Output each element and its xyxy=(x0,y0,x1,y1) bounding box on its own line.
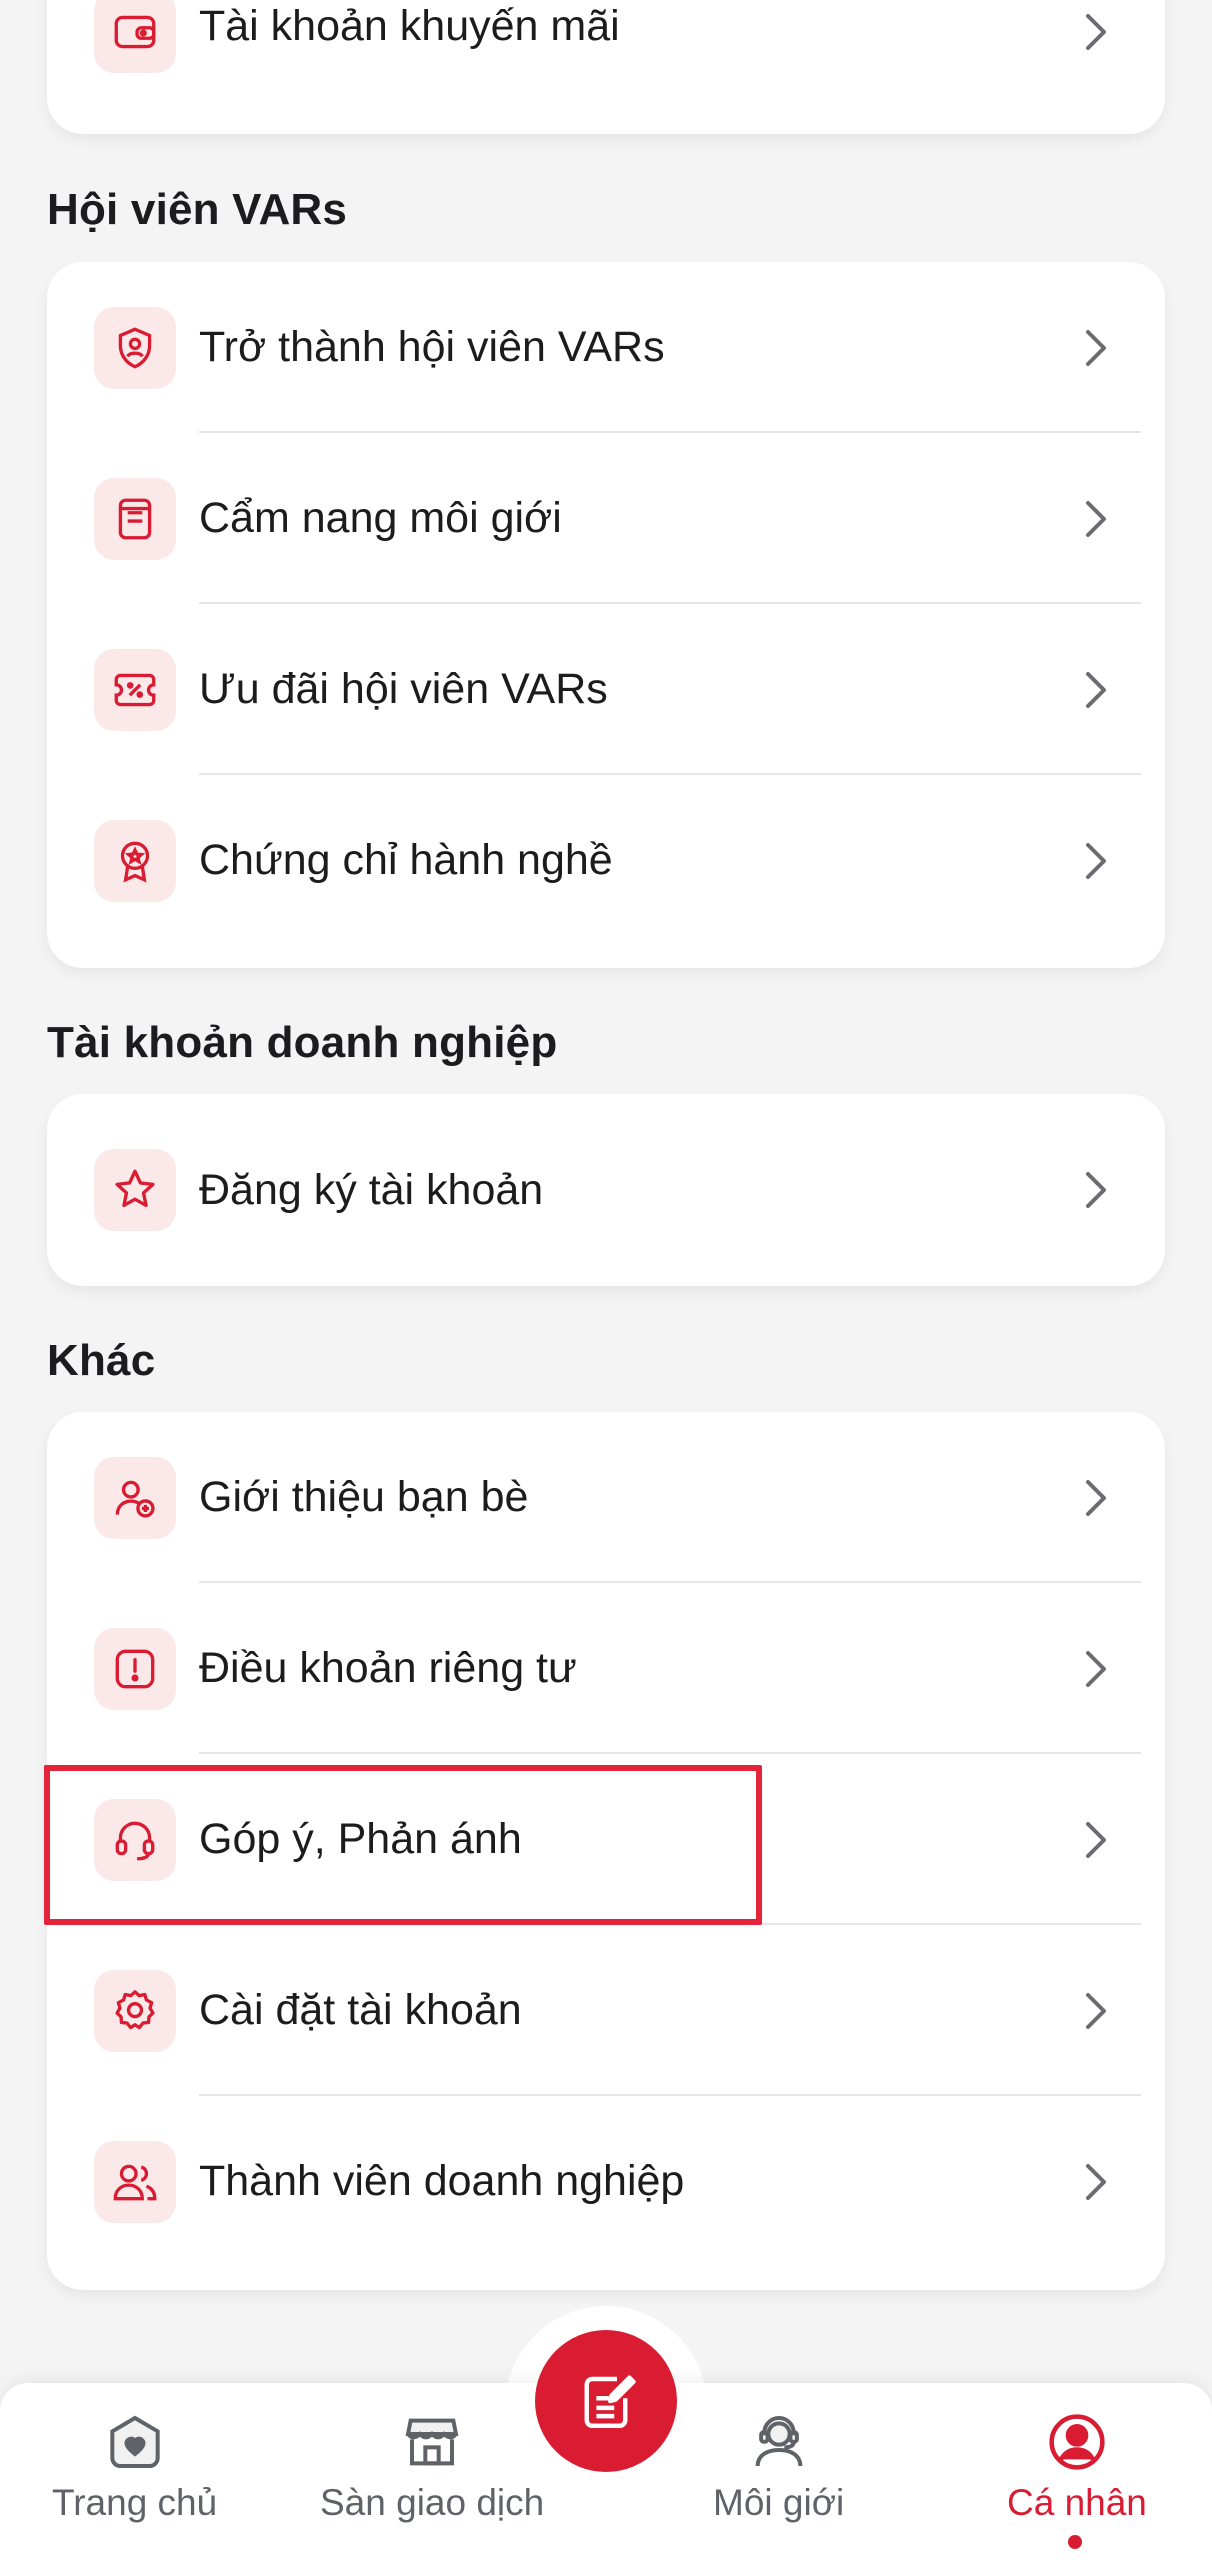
promo-account-card: Tài khoản khuyến mãi xyxy=(47,0,1165,134)
menu-item-member-offers[interactable]: Ưu đãi hội viên VARs xyxy=(47,604,1165,775)
section-title-vars: Hội viên VARs xyxy=(47,185,348,234)
menu-item-become-member[interactable]: Trở thành hội viên VARs xyxy=(47,262,1165,433)
menu-item-register-account[interactable]: Đăng ký tài khoản xyxy=(47,1094,1165,1286)
nav-item-profile[interactable]: Cá nhân xyxy=(1007,2410,1147,2524)
invite-user-icon xyxy=(94,1456,176,1539)
menu-item-account-settings[interactable]: Cài đặt tài khoản xyxy=(47,1925,1165,2096)
chevron-right-icon xyxy=(1086,1821,1106,1858)
menu-item-label: Đăng ký tài khoản xyxy=(199,1165,544,1214)
chevron-right-icon xyxy=(1086,1992,1106,2029)
edit-note-icon xyxy=(584,2375,636,2428)
menu-item-label: Tài khoản khuyến mãi xyxy=(199,2,620,50)
chevron-right-icon xyxy=(1086,2163,1106,2200)
menu-item-label: Thành viên doanh nghiệp xyxy=(199,2157,685,2205)
menu-item-label: Chứng chỉ hành nghề xyxy=(199,836,613,884)
chevron-right-icon xyxy=(1086,500,1106,537)
chevron-right-icon xyxy=(1086,1479,1106,1516)
nav-item-broker[interactable]: Môi giới xyxy=(713,2410,844,2524)
section-title-other: Khác xyxy=(47,1336,156,1385)
vars-card: Trở thành hội viên VARs Cẩm nang môi giớ… xyxy=(47,262,1165,968)
menu-item-label: Trở thành hội viên VARs xyxy=(199,323,665,371)
nav-item-label: Trang chủ xyxy=(52,2482,218,2523)
menu-item-invite-friends[interactable]: Giới thiệu bạn bè xyxy=(47,1412,1165,1583)
chevron-right-icon xyxy=(1086,671,1106,708)
business-card: Đăng ký tài khoản xyxy=(47,1094,1165,1286)
discount-ticket-icon xyxy=(94,648,176,731)
nav-item-label: Cá nhân xyxy=(1007,2482,1147,2523)
menu-item-feedback[interactable]: Góp ý, Phản ánh xyxy=(47,1754,1165,1925)
menu-item-promo-account[interactable]: Tài khoản khuyến mãi xyxy=(47,0,1165,80)
nav-item-label: Sàn giao dịch xyxy=(320,2482,545,2523)
chevron-right-icon xyxy=(1086,14,1106,50)
menu-item-label: Ưu đãi hội viên VARs xyxy=(199,665,608,713)
section-title-business: Tài khoản doanh nghiệp xyxy=(47,1018,558,1067)
chevron-right-icon xyxy=(1086,329,1106,366)
store-icon xyxy=(405,2418,459,2466)
certificate-badge-icon xyxy=(94,819,176,902)
users-icon xyxy=(94,2140,176,2223)
active-indicator-dot xyxy=(1068,2535,1082,2549)
promo-wallet-icon xyxy=(94,0,176,73)
chevron-right-icon xyxy=(1086,1650,1106,1687)
agent-icon xyxy=(755,2416,802,2467)
nav-item-label: Môi giới xyxy=(713,2482,845,2523)
chevron-right-icon xyxy=(1086,842,1106,879)
handbook-icon xyxy=(94,477,176,560)
headset-icon xyxy=(94,1798,176,1881)
other-card: Giới thiệu bạn bè Điều khoản riêng tư Gó… xyxy=(47,1412,1165,2290)
center-action-button[interactable] xyxy=(535,2330,677,2472)
chevron-right-icon xyxy=(1086,1172,1106,1208)
menu-item-certificate[interactable]: Chứng chỉ hành nghề xyxy=(47,775,1165,946)
profile-icon xyxy=(1049,2414,1105,2470)
nav-item-marketplace[interactable]: Sàn giao dịch xyxy=(320,2410,544,2524)
menu-item-label: Điều khoản riêng tư xyxy=(199,1644,577,1692)
menu-item-privacy-terms[interactable]: Điều khoản riêng tư xyxy=(47,1583,1165,1754)
member-shield-icon xyxy=(94,306,176,389)
menu-item-label: Cẩm nang môi giới xyxy=(199,494,562,542)
menu-item-label: Góp ý, Phản ánh xyxy=(199,1815,522,1863)
menu-item-label: Cài đặt tài khoản xyxy=(199,1986,522,2034)
menu-item-broker-handbook[interactable]: Cẩm nang môi giới xyxy=(47,433,1165,604)
nav-item-home[interactable]: Trang chủ xyxy=(52,2410,217,2524)
star-icon xyxy=(94,1149,176,1231)
alert-icon xyxy=(94,1627,176,1710)
menu-item-business-members[interactable]: Thành viên doanh nghiệp xyxy=(47,2096,1165,2267)
menu-item-label: Giới thiệu bạn bè xyxy=(199,1473,529,1521)
home-heart-icon xyxy=(109,2415,160,2468)
gear-icon xyxy=(94,1969,176,2052)
